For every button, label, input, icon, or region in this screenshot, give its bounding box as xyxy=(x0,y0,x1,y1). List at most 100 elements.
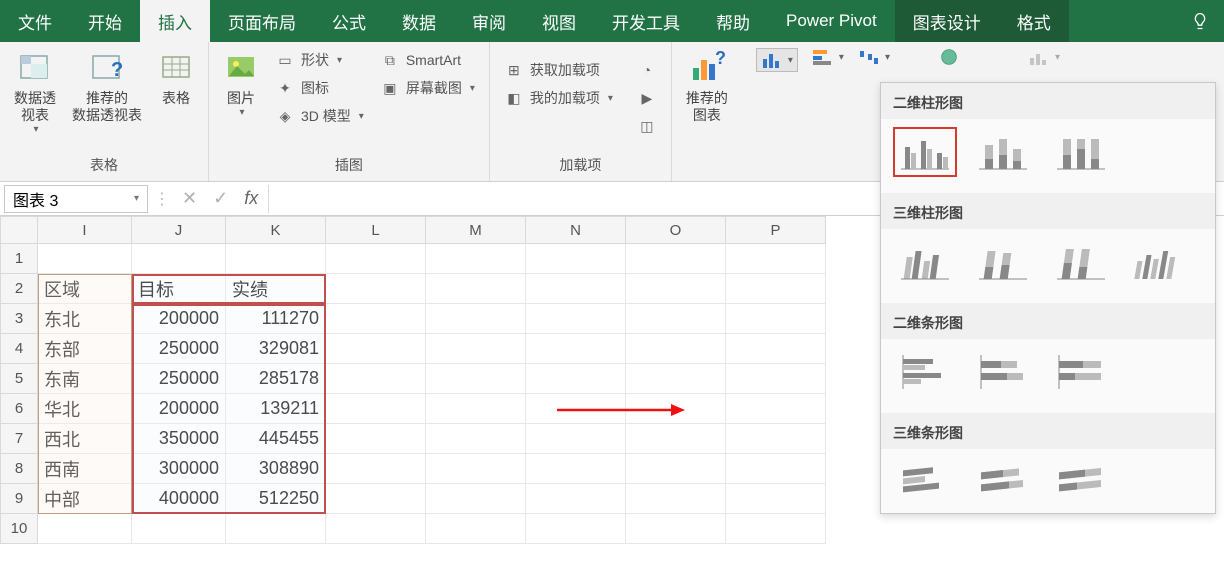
visio-icon[interactable]: ◫ xyxy=(633,114,661,138)
bing-icon[interactable]: ◔ xyxy=(633,58,661,82)
cell-M5[interactable] xyxy=(426,364,526,394)
combo-chart-button[interactable]: ▾ xyxy=(1028,48,1060,66)
cell-P10[interactable] xyxy=(726,514,826,544)
cell-M2[interactable] xyxy=(426,274,526,304)
cell-M10[interactable] xyxy=(426,514,526,544)
picture-button[interactable]: 图片▾ xyxy=(219,48,263,128)
3d-100-stacked-bar-option[interactable] xyxy=(1049,457,1113,507)
tab-format[interactable]: 格式 xyxy=(999,0,1069,42)
cell-J10[interactable] xyxy=(132,514,226,544)
smartart-button[interactable]: ⧉SmartArt xyxy=(376,48,479,72)
row-header-4[interactable]: 4 xyxy=(0,334,38,364)
get-addins-button[interactable]: ⊞获取加载项 xyxy=(500,58,617,82)
pivot-table-button[interactable]: 数据透 视表▾ xyxy=(10,48,60,138)
tab-pagelayout[interactable]: 页面布局 xyxy=(210,0,314,42)
col-header-O[interactable]: O xyxy=(626,216,726,244)
tab-chartdesign[interactable]: 图表设计 xyxy=(895,0,999,42)
cell-O1[interactable] xyxy=(626,244,726,274)
row-header-9[interactable]: 9 xyxy=(0,484,38,514)
cell-K10[interactable] xyxy=(226,514,326,544)
cell-M9[interactable] xyxy=(426,484,526,514)
3d-clustered-bar-option[interactable] xyxy=(893,457,957,507)
cell-P3[interactable] xyxy=(726,304,826,334)
cell-M4[interactable] xyxy=(426,334,526,364)
tab-review[interactable]: 审阅 xyxy=(454,0,524,42)
select-all-corner[interactable] xyxy=(0,216,38,244)
row-header-5[interactable]: 5 xyxy=(0,364,38,394)
cell-P7[interactable] xyxy=(726,424,826,454)
3dmodel-button[interactable]: ◈3D 模型▾ xyxy=(271,104,368,128)
cell-L3[interactable] xyxy=(326,304,426,334)
clustered-column-option[interactable] xyxy=(893,127,957,177)
cell-N9[interactable] xyxy=(526,484,626,514)
cell-O2[interactable] xyxy=(626,274,726,304)
cell-O4[interactable] xyxy=(626,334,726,364)
screenshot-button[interactable]: ▣屏幕截图▾ xyxy=(376,76,479,100)
recommended-charts-button[interactable]: ? 推荐的 图表 xyxy=(682,48,732,126)
cell-M3[interactable] xyxy=(426,304,526,334)
cell-O5[interactable] xyxy=(626,364,726,394)
cell-O8[interactable] xyxy=(626,454,726,484)
row-header-10[interactable]: 10 xyxy=(0,514,38,544)
row-header-1[interactable]: 1 xyxy=(0,244,38,274)
cell-I10[interactable] xyxy=(38,514,132,544)
fx-icon[interactable]: fx xyxy=(244,188,258,209)
100-stacked-bar-option[interactable] xyxy=(1049,347,1113,397)
cell-N2[interactable] xyxy=(526,274,626,304)
cell-I1[interactable] xyxy=(38,244,132,274)
cell-L9[interactable] xyxy=(326,484,426,514)
shapes-button[interactable]: ▭形状▾ xyxy=(271,48,368,72)
cell-M7[interactable] xyxy=(426,424,526,454)
tab-data[interactable]: 数据 xyxy=(384,0,454,42)
cell-J1[interactable] xyxy=(132,244,226,274)
col-header-I[interactable]: I xyxy=(38,216,132,244)
stacked-column-option[interactable] xyxy=(971,127,1035,177)
confirm-icon[interactable]: ✓ xyxy=(213,188,228,209)
cell-L6[interactable] xyxy=(326,394,426,424)
3d-column-option[interactable] xyxy=(1127,237,1191,287)
row-header-7[interactable]: 7 xyxy=(0,424,38,454)
stacked-bar-option[interactable] xyxy=(971,347,1035,397)
icons-button[interactable]: ✦图标 xyxy=(271,76,368,100)
map-chart-button[interactable] xyxy=(938,48,960,66)
cell-N1[interactable] xyxy=(526,244,626,274)
tab-file[interactable]: 文件 xyxy=(0,0,70,42)
3d-100-stacked-column-option[interactable] xyxy=(1049,237,1113,287)
3d-clustered-column-option[interactable] xyxy=(893,237,957,287)
cell-L5[interactable] xyxy=(326,364,426,394)
waterfall-chart-button[interactable]: ▾ xyxy=(858,48,890,66)
cell-O10[interactable] xyxy=(626,514,726,544)
tab-developer[interactable]: 开发工具 xyxy=(594,0,698,42)
tab-help[interactable]: 帮助 xyxy=(698,0,768,42)
cell-L1[interactable] xyxy=(326,244,426,274)
cell-L8[interactable] xyxy=(326,454,426,484)
cell-M1[interactable] xyxy=(426,244,526,274)
cell-L2[interactable] xyxy=(326,274,426,304)
cell-L7[interactable] xyxy=(326,424,426,454)
cell-N8[interactable] xyxy=(526,454,626,484)
name-box[interactable]: 图表 3 ▾ xyxy=(4,185,148,213)
cell-N7[interactable] xyxy=(526,424,626,454)
cell-L10[interactable] xyxy=(326,514,426,544)
cell-P9[interactable] xyxy=(726,484,826,514)
clustered-bar-option[interactable] xyxy=(893,347,957,397)
tab-formulas[interactable]: 公式 xyxy=(314,0,384,42)
cell-P6[interactable] xyxy=(726,394,826,424)
row-header-2[interactable]: 2 xyxy=(0,274,38,304)
col-header-M[interactable]: M xyxy=(426,216,526,244)
cell-P2[interactable] xyxy=(726,274,826,304)
cell-N10[interactable] xyxy=(526,514,626,544)
row-header-3[interactable]: 3 xyxy=(0,304,38,334)
recommended-pivot-button[interactable]: ? 推荐的 数据透视表 xyxy=(68,48,146,138)
cell-P4[interactable] xyxy=(726,334,826,364)
cell-O7[interactable] xyxy=(626,424,726,454)
cell-P5[interactable] xyxy=(726,364,826,394)
cell-K1[interactable] xyxy=(226,244,326,274)
tell-me-icon[interactable] xyxy=(1176,0,1224,42)
100-stacked-column-option[interactable] xyxy=(1049,127,1113,177)
cell-L4[interactable] xyxy=(326,334,426,364)
cell-O9[interactable] xyxy=(626,484,726,514)
tab-powerpivot[interactable]: Power Pivot xyxy=(768,0,895,42)
col-header-N[interactable]: N xyxy=(526,216,626,244)
3d-stacked-bar-option[interactable] xyxy=(971,457,1035,507)
